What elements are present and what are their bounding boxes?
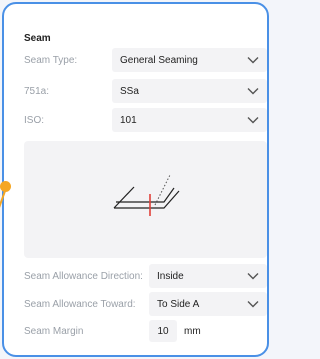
- connector-handle[interactable]: [0, 181, 11, 192]
- allowance-direction-label: Seam Allowance Direction:: [24, 270, 143, 282]
- allowance-toward-select[interactable]: To Side A: [149, 292, 267, 316]
- seam-type-select[interactable]: General Seaming: [112, 48, 267, 72]
- iso-label: ISO:: [24, 114, 45, 126]
- iso-row: ISO:: [24, 108, 44, 132]
- 751a-row: 751a:: [24, 79, 49, 103]
- chevron-down-icon: [247, 301, 259, 308]
- chevron-down-icon: [247, 57, 259, 64]
- seam-type-label: Seam Type:: [24, 54, 78, 66]
- section-title: Seam: [24, 33, 51, 44]
- seam-diagram: [113, 174, 180, 216]
- allowance-toward-label: Seam Allowance Toward:: [24, 298, 136, 310]
- chevron-down-icon: [247, 88, 259, 95]
- allowance-direction-select[interactable]: Inside: [149, 264, 267, 288]
- seam-preview: [24, 141, 267, 258]
- chevron-down-icon: [247, 117, 259, 124]
- 751a-label: 751a:: [24, 85, 50, 97]
- 751a-value: SSa: [120, 85, 139, 97]
- seam-type-row: Seam Type:: [24, 48, 77, 72]
- 751a-select[interactable]: SSa: [112, 79, 267, 103]
- seam-type-value: General Seaming: [120, 54, 198, 66]
- allowance-direction-row: Seam Allowance Direction:: [24, 264, 143, 288]
- chevron-down-icon: [247, 273, 259, 280]
- seam-margin-row: Seam Margin: [24, 320, 83, 342]
- seam-margin-input[interactable]: 10: [149, 320, 177, 342]
- allowance-toward-value: To Side A: [157, 298, 200, 310]
- seam-margin-label: Seam Margin: [24, 325, 84, 337]
- connector-line: [0, 191, 6, 226]
- iso-value: 101: [120, 114, 137, 126]
- seam-margin-unit: mm: [184, 326, 201, 337]
- seam-panel: Seam Seam Type: General Seaming 751a: SS…: [0, 2, 269, 357]
- allowance-direction-value: Inside: [157, 270, 184, 282]
- allowance-toward-row: Seam Allowance Toward:: [24, 292, 136, 316]
- iso-select[interactable]: 101: [112, 108, 267, 132]
